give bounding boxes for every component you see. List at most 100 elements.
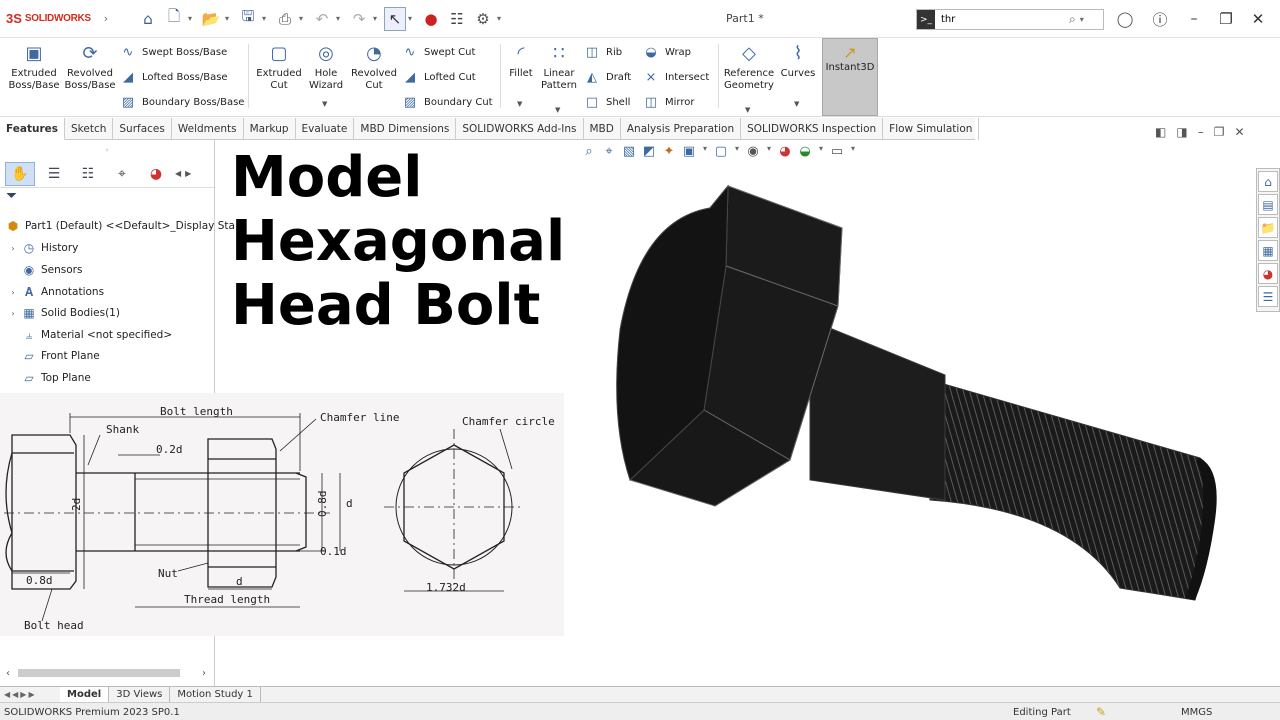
chevron-down-icon[interactable]: ▾ [262,14,271,23]
gear-icon[interactable]: ⚙ [471,6,495,32]
scrollbar-thumb[interactable] [18,669,180,677]
tab-sketch[interactable]: Sketch [65,118,114,140]
section-view-icon[interactable]: ◩ [640,144,658,159]
tab-analysis-preparation[interactable]: Analysis Preparation [621,118,742,140]
view-orientation-icon[interactable]: ▣ [680,144,698,159]
tab-solidworks-add-ins[interactable]: SOLIDWORKS Add-Ins [456,118,584,140]
tree-item-material[interactable]: ⫨ Material <not specified> [6,325,173,345]
horizontal-scrollbar[interactable]: ‹ › [4,666,210,680]
extruded-cut-button[interactable]: ▢ Extruded Cut [254,42,304,92]
expand-icon[interactable]: › [6,309,20,318]
tab-surfaces[interactable]: Surfaces [113,118,172,140]
file-explorer-icon[interactable]: 📁 [1258,217,1278,238]
extruded-boss-button[interactable]: ▣ Extruded Boss/Base [8,42,60,92]
chevron-down-icon[interactable]: ▼ [322,100,327,108]
configuration-manager-tab-icon[interactable]: ☷ [73,162,103,186]
zoom-to-fit-icon[interactable]: ⌕ [580,144,598,159]
lofted-cut-button[interactable]: ◢ Lofted Cut [402,69,476,85]
panel-left-icon[interactable]: ◧ [1155,125,1166,139]
chevron-down-icon[interactable]: ▼ [555,106,560,114]
shell-button[interactable]: □ Shell [584,94,631,110]
tab-3d-views[interactable]: 3D Views [109,687,171,702]
curves-button[interactable]: ⌇ Curves [780,42,816,80]
chevron-right-icon[interactable]: › [104,12,108,25]
search-icon[interactable]: ⌕ [1069,12,1076,27]
display-manager-tab-icon[interactable]: ◕ [141,162,171,186]
chevron-down-icon[interactable]: ▾ [408,14,417,23]
status-units[interactable]: MMGS [1181,707,1212,718]
boundary-cut-button[interactable]: ▨ Boundary Cut [402,94,493,110]
chevron-left-icon[interactable]: ◀ [175,169,181,178]
panel-grip[interactable]: ◦ [0,140,214,160]
edit-appearance-icon[interactable]: ◕ [776,144,794,159]
scroll-left-icon[interactable]: ‹ [6,668,10,679]
chevron-down-icon[interactable]: ▾ [816,144,826,159]
hex-bolt-3d-model[interactable] [600,180,1240,620]
hide-show-items-icon[interactable]: ◉ [744,144,762,159]
tab-model[interactable]: Model [60,687,110,702]
chevron-down-icon[interactable]: ▾ [1080,15,1084,24]
chevron-down-icon[interactable]: ▾ [732,144,742,159]
chevron-down-icon[interactable]: ▾ [700,144,710,159]
instant3d-button[interactable]: ↗ Instant3D [822,38,878,116]
tab-evaluate[interactable]: Evaluate [296,118,355,140]
swept-cut-button[interactable]: ∿ Swept Cut [402,44,476,60]
rebuild-traffic-light-icon[interactable]: ● [419,6,443,32]
swept-boss-button[interactable]: ∿ Swept Boss/Base [120,44,228,60]
tab-weldments[interactable]: Weldments [172,118,244,140]
chevron-down-icon[interactable]: ▾ [299,14,308,23]
revolved-boss-button[interactable]: ⟳ Revolved Boss/Base [64,42,116,92]
zoom-to-area-icon[interactable]: ⌖ [600,144,618,159]
solidworks-logo[interactable]: 3S SOLIDWORKS › [0,0,122,38]
rib-button[interactable]: ◫ Rib [584,44,622,60]
tree-item-sensors[interactable]: ◉ Sensors [6,260,83,280]
tab-motion-study-1[interactable]: Motion Study 1 [170,687,261,702]
chevron-down-icon[interactable]: ▾ [188,14,197,23]
panel-right-icon[interactable]: ◨ [1176,125,1187,139]
home-icon[interactable]: ⌂ [136,6,160,32]
print-icon[interactable]: ⎙ [273,6,297,32]
filter-icon[interactable]: ⏷ [0,188,214,208]
solidworks-resources-icon[interactable]: ⌂ [1258,171,1278,192]
viewport-restore-icon[interactable]: ❐ [1214,125,1225,139]
design-library-icon[interactable]: ▤ [1258,194,1278,215]
chevron-down-icon[interactable]: ▾ [336,14,345,23]
feature-manager-tab-icon[interactable]: ✋ [5,161,35,186]
apply-scene-icon[interactable]: ◒ [796,144,814,159]
minimize-icon[interactable]: – [1180,8,1208,30]
save-icon[interactable]: 🖫 [236,6,260,32]
revolved-cut-button[interactable]: ◔ Revolved Cut [350,42,398,92]
undo-icon[interactable]: ↶ [310,6,334,32]
chevron-down-icon[interactable]: ▼ [794,100,799,108]
boundary-boss-button[interactable]: ▨ Boundary Boss/Base [120,94,245,110]
draft-button[interactable]: ◭ Draft [584,69,631,85]
appearances-icon[interactable]: ◕ [1258,263,1278,284]
tree-item-history[interactable]: › ◷ History [6,238,78,258]
search-box[interactable]: >_ ⌕ ▾ [916,9,1104,30]
chevron-right-icon[interactable]: ▶ [185,169,191,178]
tab-features[interactable]: Features [0,118,65,140]
chevron-down-icon[interactable]: ▾ [497,14,506,23]
mirror-button[interactable]: ◫ Mirror [643,94,695,110]
tree-item-top-plane[interactable]: ▱ Top Plane [6,368,90,388]
file-properties-icon[interactable]: ☷ [445,6,469,32]
view-settings-icon[interactable]: ▭ [828,144,846,159]
help-icon[interactable]: ⓘ [1146,8,1174,30]
restore-icon[interactable]: ❐ [1212,8,1240,30]
tab-flow-simulation[interactable]: Flow Simulation [883,118,980,140]
chevron-down-icon[interactable]: ▾ [225,14,234,23]
property-manager-tab-icon[interactable]: ☰ [39,162,69,186]
linear-pattern-button[interactable]: ∷ Linear Pattern [540,42,578,92]
intersect-button[interactable]: ⨯ Intersect [643,69,710,85]
viewport-minimize-icon[interactable]: – [1198,125,1204,139]
redo-icon[interactable]: ↷ [347,6,371,32]
close-icon[interactable]: ✕ [1244,8,1272,30]
chevron-down-icon[interactable]: ▼ [745,106,750,114]
user-account-icon[interactable]: ◯ [1111,8,1139,30]
dimxpert-manager-tab-icon[interactable]: ⌖ [107,162,137,186]
chevron-down-icon[interactable]: ▾ [848,144,858,159]
tree-item-front-plane[interactable]: ▱ Front Plane [6,346,99,366]
new-document-icon[interactable]: 🗋 [162,6,186,32]
chevron-down-icon[interactable]: ▾ [373,14,382,23]
display-style-icon[interactable]: ▢ [712,144,730,159]
